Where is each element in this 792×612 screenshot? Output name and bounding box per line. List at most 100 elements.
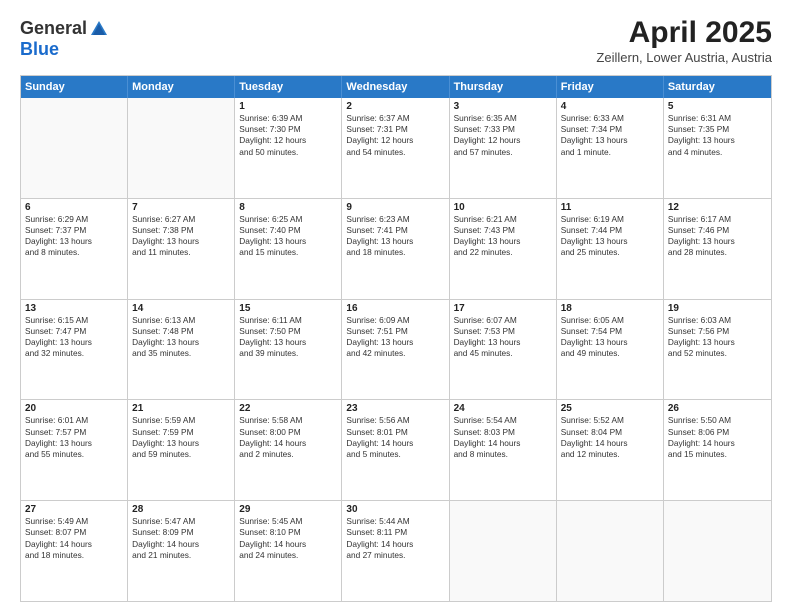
- calendar-cell: 29Sunrise: 5:45 AMSunset: 8:10 PMDayligh…: [235, 501, 342, 601]
- day-number: 21: [132, 403, 230, 414]
- calendar-cell: 14Sunrise: 6:13 AMSunset: 7:48 PMDayligh…: [128, 300, 235, 400]
- calendar-cell: 22Sunrise: 5:58 AMSunset: 8:00 PMDayligh…: [235, 400, 342, 500]
- cell-info-line: Sunset: 8:06 PM: [668, 427, 767, 438]
- day-number: 16: [346, 303, 444, 314]
- header: General Blue April 2025 Zeillern, Lower …: [20, 18, 772, 65]
- calendar-cell: [664, 501, 771, 601]
- weekday-header-saturday: Saturday: [664, 76, 771, 98]
- day-number: 23: [346, 403, 444, 414]
- cell-info-line: Sunset: 8:11 PM: [346, 527, 444, 538]
- logo-general-text: General: [20, 18, 87, 39]
- cell-info-line: Sunrise: 5:54 AM: [454, 415, 552, 426]
- cell-info-line: Sunrise: 5:50 AM: [668, 415, 767, 426]
- calendar-cell: 24Sunrise: 5:54 AMSunset: 8:03 PMDayligh…: [450, 400, 557, 500]
- day-number: 10: [454, 202, 552, 213]
- day-number: 11: [561, 202, 659, 213]
- cell-info-line: Sunrise: 6:31 AM: [668, 113, 767, 124]
- cell-info-line: Sunset: 7:44 PM: [561, 225, 659, 236]
- weekday-header-monday: Monday: [128, 76, 235, 98]
- cell-info-line: Daylight: 13 hours: [454, 337, 552, 348]
- cell-info-line: Sunset: 7:34 PM: [561, 124, 659, 135]
- calendar-cell: 23Sunrise: 5:56 AMSunset: 8:01 PMDayligh…: [342, 400, 449, 500]
- cell-info-line: Sunrise: 6:17 AM: [668, 214, 767, 225]
- day-number: 13: [25, 303, 123, 314]
- cell-info-line: Daylight: 14 hours: [239, 438, 337, 449]
- cell-info-line: Sunset: 7:47 PM: [25, 326, 123, 337]
- calendar-cell: 10Sunrise: 6:21 AMSunset: 7:43 PMDayligh…: [450, 199, 557, 299]
- cell-info-line: Daylight: 14 hours: [561, 438, 659, 449]
- cell-info-line: Sunset: 8:00 PM: [239, 427, 337, 438]
- day-number: 2: [346, 101, 444, 112]
- weekday-header-sunday: Sunday: [21, 76, 128, 98]
- cell-info-line: Daylight: 14 hours: [25, 539, 123, 550]
- cell-info-line: Daylight: 13 hours: [25, 236, 123, 247]
- cell-info-line: and 55 minutes.: [25, 449, 123, 460]
- day-number: 22: [239, 403, 337, 414]
- day-number: 20: [25, 403, 123, 414]
- cell-info-line: Sunrise: 6:29 AM: [25, 214, 123, 225]
- cell-info-line: Sunset: 7:59 PM: [132, 427, 230, 438]
- cell-info-line: and 24 minutes.: [239, 550, 337, 561]
- cell-info-line: Daylight: 14 hours: [239, 539, 337, 550]
- cell-info-line: Sunrise: 6:19 AM: [561, 214, 659, 225]
- cell-info-line: Daylight: 13 hours: [239, 236, 337, 247]
- cell-info-line: and 22 minutes.: [454, 247, 552, 258]
- cell-info-line: Daylight: 12 hours: [239, 135, 337, 146]
- calendar-cell: [450, 501, 557, 601]
- cell-info-line: Sunset: 7:40 PM: [239, 225, 337, 236]
- calendar-cell: 28Sunrise: 5:47 AMSunset: 8:09 PMDayligh…: [128, 501, 235, 601]
- cell-info-line: Daylight: 13 hours: [668, 337, 767, 348]
- cell-info-line: Daylight: 13 hours: [132, 337, 230, 348]
- cell-info-line: and 8 minutes.: [454, 449, 552, 460]
- cell-info-line: Sunrise: 6:39 AM: [239, 113, 337, 124]
- calendar-cell: 4Sunrise: 6:33 AMSunset: 7:34 PMDaylight…: [557, 98, 664, 198]
- cell-info-line: and 18 minutes.: [346, 247, 444, 258]
- cell-info-line: Sunset: 7:48 PM: [132, 326, 230, 337]
- cell-info-line: Daylight: 14 hours: [346, 539, 444, 550]
- cell-info-line: Daylight: 12 hours: [454, 135, 552, 146]
- calendar-cell: 27Sunrise: 5:49 AMSunset: 8:07 PMDayligh…: [21, 501, 128, 601]
- cell-info-line: and 2 minutes.: [239, 449, 337, 460]
- day-number: 30: [346, 504, 444, 515]
- month-title: April 2025: [596, 18, 772, 48]
- day-number: 17: [454, 303, 552, 314]
- cell-info-line: and 54 minutes.: [346, 147, 444, 158]
- calendar-cell: 12Sunrise: 6:17 AMSunset: 7:46 PMDayligh…: [664, 199, 771, 299]
- day-number: 7: [132, 202, 230, 213]
- calendar-cell: 11Sunrise: 6:19 AMSunset: 7:44 PMDayligh…: [557, 199, 664, 299]
- cell-info-line: and 11 minutes.: [132, 247, 230, 258]
- cell-info-line: Sunset: 7:37 PM: [25, 225, 123, 236]
- day-number: 26: [668, 403, 767, 414]
- cell-info-line: Daylight: 14 hours: [454, 438, 552, 449]
- cell-info-line: Sunset: 7:30 PM: [239, 124, 337, 135]
- calendar-cell: 20Sunrise: 6:01 AMSunset: 7:57 PMDayligh…: [21, 400, 128, 500]
- cell-info-line: Daylight: 13 hours: [561, 236, 659, 247]
- cell-info-line: and 52 minutes.: [668, 348, 767, 359]
- cell-info-line: Sunrise: 5:52 AM: [561, 415, 659, 426]
- cell-info-line: Sunrise: 5:58 AM: [239, 415, 337, 426]
- cell-info-line: Sunset: 7:54 PM: [561, 326, 659, 337]
- cell-info-line: and 32 minutes.: [25, 348, 123, 359]
- calendar-cell: 17Sunrise: 6:07 AMSunset: 7:53 PMDayligh…: [450, 300, 557, 400]
- cell-info-line: Sunrise: 5:47 AM: [132, 516, 230, 527]
- day-number: 18: [561, 303, 659, 314]
- cell-info-line: and 28 minutes.: [668, 247, 767, 258]
- day-number: 5: [668, 101, 767, 112]
- day-number: 27: [25, 504, 123, 515]
- cell-info-line: Daylight: 13 hours: [132, 236, 230, 247]
- cell-info-line: and 15 minutes.: [668, 449, 767, 460]
- cell-info-line: Sunrise: 5:56 AM: [346, 415, 444, 426]
- cell-info-line: Sunrise: 6:23 AM: [346, 214, 444, 225]
- page: General Blue April 2025 Zeillern, Lower …: [0, 0, 792, 612]
- cell-info-line: Sunset: 7:41 PM: [346, 225, 444, 236]
- cell-info-line: Sunrise: 6:27 AM: [132, 214, 230, 225]
- cell-info-line: Sunrise: 5:45 AM: [239, 516, 337, 527]
- cell-info-line: Sunset: 7:50 PM: [239, 326, 337, 337]
- cell-info-line: Sunset: 7:56 PM: [668, 326, 767, 337]
- cell-info-line: and 42 minutes.: [346, 348, 444, 359]
- day-number: 28: [132, 504, 230, 515]
- cell-info-line: Sunrise: 6:11 AM: [239, 315, 337, 326]
- cell-info-line: Sunset: 8:03 PM: [454, 427, 552, 438]
- logo-icon: [89, 19, 109, 39]
- cell-info-line: Daylight: 13 hours: [239, 337, 337, 348]
